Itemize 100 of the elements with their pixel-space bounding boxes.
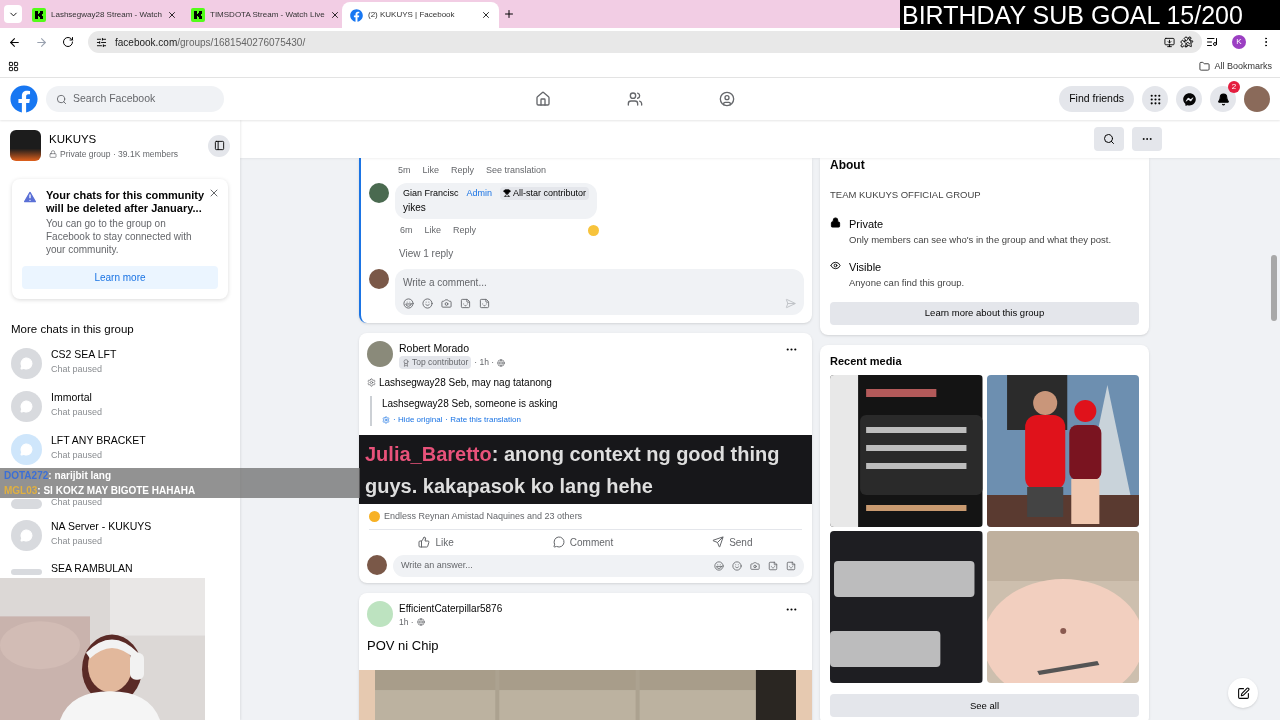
tab-title: (2) KUKUYS | Facebook (368, 9, 456, 21)
post-action-button[interactable]: Like (418, 534, 454, 550)
media-icon[interactable] (1206, 36, 1218, 48)
search-button[interactable] (1094, 127, 1124, 151)
avatar-sticker-icon[interactable] (403, 297, 414, 309)
back-icon[interactable] (8, 35, 21, 49)
notifications-button[interactable] (1210, 86, 1236, 112)
comment-field[interactable]: Write a comment... (395, 268, 804, 315)
chat-status: Chat paused (51, 449, 104, 462)
chat-bubble-icon (20, 442, 33, 456)
emoji-icon[interactable] (732, 560, 742, 571)
profile-button[interactable]: K (1232, 35, 1246, 49)
panel-toggle-button[interactable] (208, 134, 230, 157)
comment-action: 6m (400, 224, 413, 237)
install-icon[interactable] (1164, 36, 1175, 48)
all-bookmarks[interactable]: All Bookmarks (1199, 59, 1272, 74)
chat-item[interactable]: LFT ANY BRACKET Chat paused (11, 432, 229, 467)
lock-icon (49, 150, 57, 159)
post-time[interactable]: · 1h · (474, 356, 495, 369)
translated-icon (367, 378, 376, 387)
chat-name[interactable]: SEA RAMBULAN (51, 561, 133, 576)
comment-icon (552, 536, 565, 548)
globe-icon (416, 617, 425, 626)
scrollbar-thumb[interactable] (1271, 255, 1277, 321)
post-action-button[interactable]: Send (712, 534, 753, 550)
chat-screenshot[interactable]: Julia_Baretto: anong context ng good thing guys. kakapasok ko lang hehe (359, 435, 812, 504)
chat-item[interactable]: NA Server - KUKUYS Chat paused (11, 518, 229, 553)
avatar (369, 182, 389, 203)
translation-link[interactable]: · Rate this translation (445, 414, 521, 426)
post-author[interactable]: EfficientCaterpillar5876 (399, 600, 503, 616)
chat-name: NA Server - KUKUYS (51, 519, 152, 535)
menu-button[interactable] (1142, 86, 1168, 112)
people-icon[interactable] (627, 91, 643, 107)
forward-icon[interactable] (35, 35, 48, 49)
chat-status[interactable]: Chat paused (51, 495, 103, 510)
lock-icon (830, 217, 841, 229)
notification-badge: 2 (1228, 81, 1240, 93)
compose-icon (1236, 686, 1250, 700)
comment-action[interactable]: See translation (486, 164, 547, 178)
post-time[interactable]: 1h · (399, 615, 414, 629)
camera-icon[interactable] (441, 297, 452, 309)
address-bar[interactable]: facebook.com/groups/1681540276075430/ (88, 31, 1202, 53)
avatar-sticker-icon[interactable] (714, 560, 724, 571)
find-friends-button[interactable]: Find friends (1059, 86, 1134, 112)
apps-icon[interactable] (8, 61, 19, 72)
close-icon[interactable] (481, 10, 491, 20)
translation-link[interactable]: · Hide original (393, 414, 443, 426)
comment-author[interactable]: Gian Francisc (403, 186, 459, 200)
chat-bubble-icon (20, 399, 33, 413)
comment-action[interactable]: Like (422, 164, 440, 178)
new-message-button[interactable] (1228, 678, 1258, 708)
bell-icon (1216, 92, 1230, 106)
chat-message: Julia_Baretto: anong context ng good thing guys. kakapasok ko lang hehe (365, 442, 781, 499)
chat-item[interactable]: Immortal Chat paused (11, 389, 229, 424)
browser-tab[interactable]: (2) KUKUYS | Facebook (342, 2, 499, 28)
camera-icon[interactable] (750, 560, 760, 571)
group-name[interactable]: KUKUYS (49, 130, 200, 148)
avatar (367, 340, 393, 367)
browser-tab[interactable]: TIMSDOTA Stream - Watch Live (183, 2, 340, 28)
sticker-icon[interactable] (479, 297, 490, 309)
kick-logo-icon (191, 8, 205, 22)
home-icon[interactable] (535, 91, 551, 107)
reload-icon[interactable] (62, 36, 74, 48)
chat-status: Chat paused (51, 406, 103, 419)
trophy-icon (503, 189, 512, 198)
learn-more-button[interactable]: Learn more about this group (830, 301, 1139, 325)
close-icon[interactable] (166, 10, 177, 20)
eye-icon (830, 260, 841, 271)
group-photo[interactable] (10, 130, 41, 161)
post-action-button[interactable]: Comment (552, 534, 614, 550)
browser-tab[interactable]: Lashsegway28 Stream - Watch (24, 2, 181, 28)
comment-action[interactable]: Reply (451, 164, 475, 178)
settings-icon (382, 416, 390, 424)
post-author[interactable]: Robert Morado (399, 340, 506, 357)
stream-chat-message: MGL03: SI KOKZ MAY BIGOTE HAHAHA (0, 483, 360, 498)
globe-icon (497, 358, 506, 367)
comment-text: yikes (403, 201, 427, 215)
sticker-icon[interactable] (786, 560, 796, 571)
goal-banner: BIRTHDAY SUB GOAL 15/200 (900, 0, 1280, 30)
groups-icon[interactable] (719, 91, 735, 107)
new-tab-icon[interactable] (503, 8, 515, 20)
site-settings-icon[interactable] (96, 36, 107, 48)
emoji-icon[interactable] (422, 297, 433, 309)
chat-item[interactable]: CS2 SEA LFT Chat paused (11, 346, 229, 381)
reaction-summary[interactable]: Endless Reynan Amistad Naquines and 23 others (384, 510, 583, 524)
view-replies-link[interactable]: View 1 reply (369, 245, 804, 261)
role-label: Admin (466, 186, 493, 200)
comment-action[interactable]: Reply (453, 224, 477, 238)
search-field[interactable]: Search Facebook (46, 86, 224, 112)
answer-field[interactable]: Write an answer... (393, 554, 804, 577)
comment-action[interactable]: Like (424, 224, 442, 238)
learn-more-button[interactable]: Learn more (22, 266, 218, 289)
chat-name: LFT ANY BRACKET (51, 433, 146, 449)
avatar (367, 554, 387, 575)
see-all-button[interactable]: See all (830, 694, 1139, 718)
privacy-text: Anyone can find this group. (849, 275, 965, 290)
messenger-button[interactable] (1176, 86, 1202, 112)
facebook-logo-icon[interactable] (10, 85, 38, 113)
close-icon[interactable] (329, 10, 340, 20)
sad-reaction-icon (588, 225, 599, 237)
